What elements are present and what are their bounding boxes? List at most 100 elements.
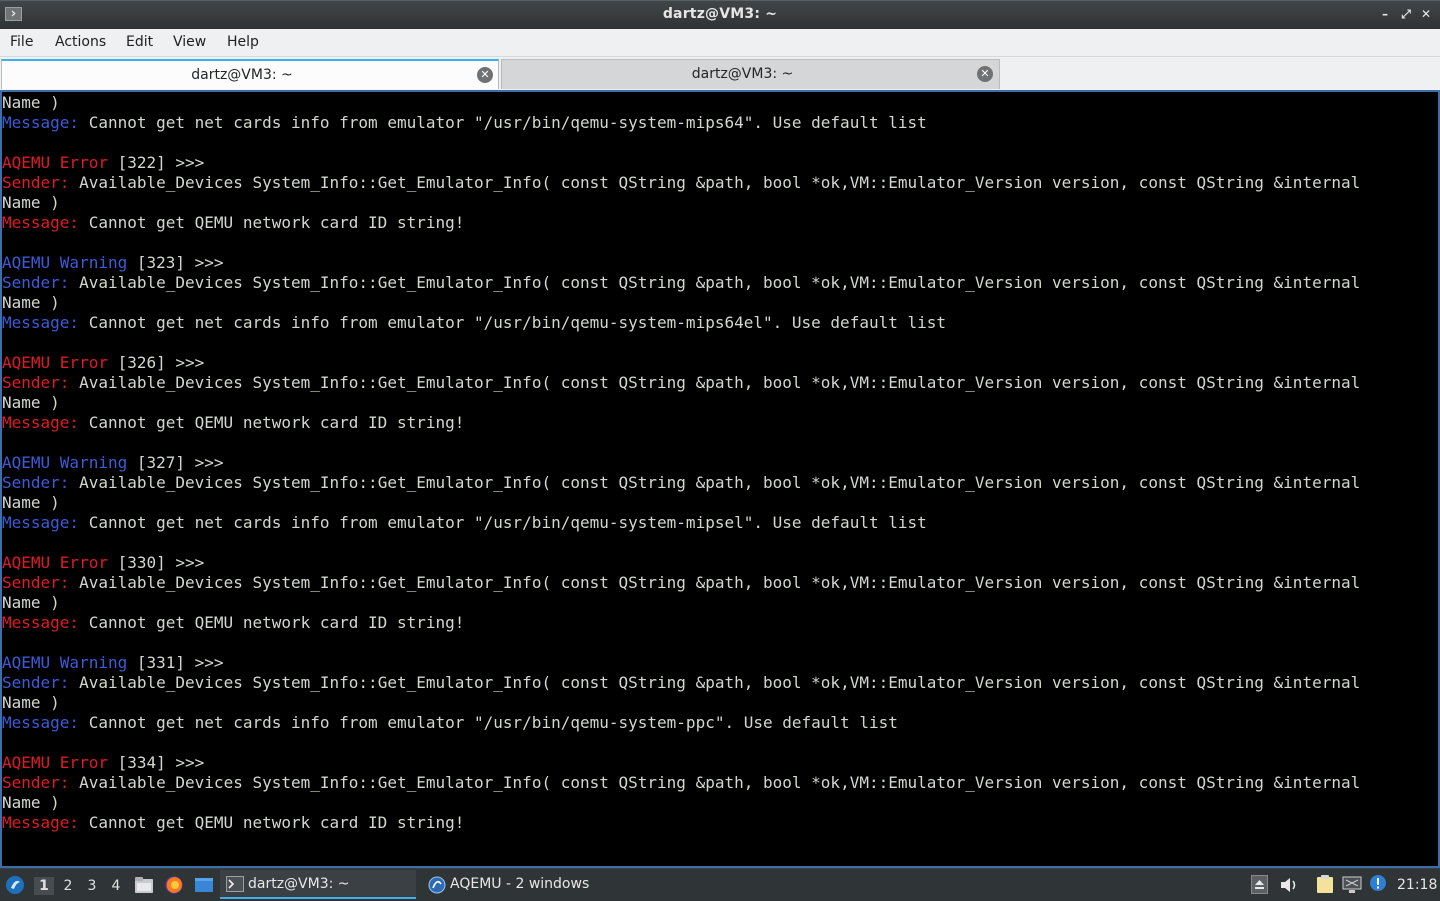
terminal-text-segment: Sender:: [2, 673, 70, 692]
menu-help[interactable]: Help: [227, 34, 259, 50]
menu-edit[interactable]: Edit: [126, 34, 153, 50]
terminal-text-segment: [323] >>>: [127, 253, 224, 272]
terminal-line: Message: Cannot get net cards info from …: [2, 313, 1360, 333]
terminal-icon: [226, 876, 244, 892]
terminal-line: Message: Cannot get QEMU network card ID…: [2, 213, 1360, 233]
terminal-text-segment: [327] >>>: [127, 453, 224, 472]
minimize-icon[interactable]: –: [1377, 6, 1393, 22]
terminal-line: Message: Cannot get QEMU network card ID…: [2, 613, 1360, 633]
terminal-line: Sender: Available_Devices System_Info::G…: [2, 473, 1360, 493]
terminal-line: Name ): [2, 493, 1360, 513]
terminal-text-segment: [322] >>>: [107, 153, 205, 172]
terminal-text-segment: Available_Devices System_Info::Get_Emula…: [69, 173, 1361, 192]
terminal-text-segment: Name ): [2, 793, 60, 812]
workspace-3[interactable]: 3: [82, 877, 102, 895]
terminal-line: Message: Cannot get QEMU network card ID…: [2, 413, 1360, 433]
terminal-text-segment: Name ): [2, 93, 60, 112]
terminal-line: Sender: Available_Devices System_Info::G…: [2, 373, 1360, 393]
file-manager-icon[interactable]: [134, 876, 154, 894]
tab-label: dartz@VM3: ~: [691, 66, 794, 82]
terminal-text-segment: [334] >>>: [107, 753, 205, 772]
firefox-icon[interactable]: [164, 875, 184, 895]
terminal-text-segment: Available_Devices System_Info::Get_Emula…: [69, 673, 1361, 692]
clock[interactable]: 21:18: [1397, 869, 1437, 901]
terminal-view[interactable]: Name ) Message: Cannot get net cards info…: [0, 90, 1440, 868]
terminal-text-segment: Name ): [2, 193, 60, 212]
tab-close-icon[interactable]: ✕: [477, 67, 493, 83]
terminal-text-segment: Name ): [2, 393, 60, 412]
task-aqemu[interactable]: AQEMU - 2 windows: [422, 870, 622, 899]
terminal-text-segment: Cannot get net cards info from emulator …: [79, 313, 947, 332]
task-terminal[interactable]: dartz@VM3: ~: [220, 870, 416, 899]
terminal-text-segment: AQEMU Warning: [2, 253, 128, 272]
terminal-text-segment: Cannot get QEMU network card ID string!: [79, 213, 465, 232]
terminal-line: Name ): [2, 593, 1360, 613]
terminal-text-segment: Name ): [2, 293, 60, 312]
terminal-text-segment: Cannot get net cards info from emulator …: [79, 513, 927, 532]
terminal-text-segment: Sender:: [2, 773, 70, 792]
task-label: dartz@VM3: ~: [248, 876, 350, 892]
menu-actions[interactable]: Actions: [55, 34, 106, 50]
terminal-text-segment: Name ): [2, 493, 60, 512]
lubuntu-menu-icon[interactable]: [5, 875, 25, 895]
clipboard-icon[interactable]: [1315, 874, 1335, 894]
show-desktop-icon[interactable]: [194, 876, 214, 894]
terminal-line: Sender: Available_Devices System_Info::G…: [2, 673, 1360, 693]
terminal-text-segment: Sender:: [2, 373, 70, 392]
workspace-2[interactable]: 2: [58, 877, 78, 895]
terminal-text-segment: Message:: [2, 513, 80, 532]
task-label: AQEMU - 2 windows: [450, 876, 590, 892]
terminal-line: Sender: Available_Devices System_Info::G…: [2, 773, 1360, 793]
terminal-text-segment: AQEMU Error: [2, 753, 108, 772]
terminal-text-segment: Cannot get net cards info from emulator …: [79, 113, 927, 132]
close-icon[interactable]: ✕: [1418, 6, 1434, 22]
terminal-text-segment: Name ): [2, 693, 60, 712]
terminal-text-segment: [326] >>>: [107, 353, 205, 372]
terminal-line: AQEMU Error [326] >>>: [2, 353, 1360, 373]
menu-file[interactable]: File: [10, 34, 33, 50]
terminal-output: Name ) Message: Cannot get net cards info…: [2, 93, 1360, 833]
terminal-line: Sender: Available_Devices System_Info::G…: [2, 173, 1360, 193]
terminal-text-segment: Available_Devices System_Info::Get_Emula…: [69, 473, 1361, 492]
terminal-text-segment: Message:: [2, 313, 80, 332]
terminal-text-segment: Message:: [2, 213, 80, 232]
terminal-text-segment: Sender:: [2, 573, 70, 592]
terminal-text-segment: Message:: [2, 713, 80, 732]
terminal-line: Sender: Available_Devices System_Info::G…: [2, 573, 1360, 593]
terminal-text-segment: AQEMU Warning: [2, 453, 128, 472]
window-titlebar[interactable]: dartz@VM3: ~ – ⤢ ✕: [0, 0, 1440, 29]
aqemu-icon: [428, 876, 446, 894]
tab-2[interactable]: dartz@VM3: ~ ✕: [501, 59, 1000, 89]
restore-icon[interactable]: ⤢: [1398, 6, 1414, 22]
workspace-1[interactable]: 1: [34, 877, 54, 895]
volume-icon[interactable]: [1279, 876, 1299, 894]
terminal-text-segment: Cannot get QEMU network card ID string!: [79, 613, 465, 632]
terminal-line: AQEMU Warning [331] >>>: [2, 653, 1360, 673]
tab-close-icon[interactable]: ✕: [977, 66, 993, 82]
terminal-text-segment: Available_Devices System_Info::Get_Emula…: [69, 273, 1361, 292]
eject-icon[interactable]: [1251, 875, 1268, 894]
terminal-text-segment: AQEMU Error: [2, 353, 108, 372]
workspace-4[interactable]: 4: [106, 877, 126, 895]
terminal-text-segment: Available_Devices System_Info::Get_Emula…: [69, 373, 1361, 392]
terminal-line: AQEMU Warning [323] >>>: [2, 253, 1360, 273]
terminal-text-segment: Name ): [2, 593, 60, 612]
tab-1[interactable]: dartz@VM3: ~ ✕: [1, 59, 499, 89]
update-notifier-icon[interactable]: [1369, 874, 1387, 892]
network-icon[interactable]: [1342, 876, 1362, 894]
terminal-line: AQEMU Error [322] >>>: [2, 153, 1360, 173]
terminal-line: AQEMU Warning [327] >>>: [2, 453, 1360, 473]
window-title: dartz@VM3: ~: [662, 6, 778, 22]
terminal-text-segment: AQEMU Error: [2, 153, 108, 172]
terminal-text-segment: Cannot get QEMU network card ID string!: [79, 413, 465, 432]
terminal-text-segment: Sender:: [2, 173, 70, 192]
taskbar: 1 2 3 4 dartz@VM3: ~ AQEMU - 2 windows 2…: [0, 868, 1440, 900]
terminal-line: AQEMU Error [334] >>>: [2, 753, 1360, 773]
terminal-text-segment: Sender:: [2, 273, 70, 292]
menu-view[interactable]: View: [173, 34, 206, 50]
terminal-text-segment: Available_Devices System_Info::Get_Emula…: [69, 773, 1361, 792]
